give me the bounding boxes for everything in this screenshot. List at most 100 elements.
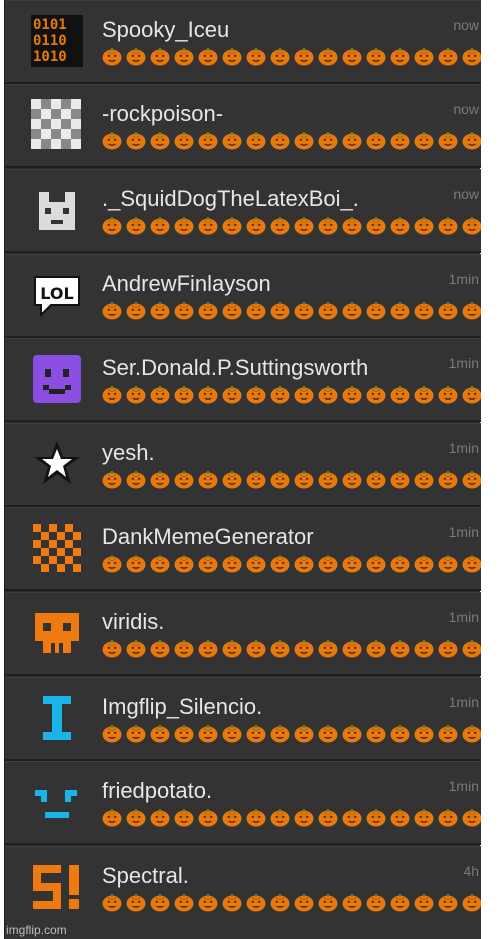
pumpkin-emoji-icon xyxy=(366,47,386,66)
message-list: 0101 0110 1010 Spooky_Iceu now -rockpois… xyxy=(4,0,481,939)
pumpkin-emoji-icon xyxy=(150,808,170,827)
user-name[interactable]: Imgflip_Silencio. xyxy=(102,694,262,720)
pumpkin-emoji-icon xyxy=(102,639,122,658)
pumpkin-emoji-icon xyxy=(294,216,314,235)
timestamp: now xyxy=(453,17,479,33)
user-name[interactable]: -rockpoison- xyxy=(102,101,223,127)
pumpkin-emoji-icon xyxy=(342,554,362,573)
pumpkin-emoji-icon xyxy=(342,385,362,404)
pumpkin-emoji-icon xyxy=(270,808,290,827)
pumpkin-emoji-icon xyxy=(102,808,122,827)
pumpkin-emoji-icon xyxy=(174,639,194,658)
pumpkin-emoji-icon xyxy=(102,554,122,573)
pumpkin-emoji-icon xyxy=(438,385,458,404)
pumpkin-emoji-icon xyxy=(246,131,266,150)
binary-code-icon: 0101 0110 1010 xyxy=(31,15,83,67)
timestamp: 1min xyxy=(448,271,479,287)
pumpkin-emoji-icon xyxy=(390,639,410,658)
pumpkin-emoji-icon xyxy=(294,808,314,827)
pumpkin-emoji-icon xyxy=(342,639,362,658)
pumpkin-emoji-icon xyxy=(414,131,434,150)
pumpkin-emoji-icon xyxy=(246,385,266,404)
message-row[interactable]: DankMemeGenerator 1min xyxy=(5,507,481,591)
pumpkin-emoji-icon xyxy=(246,639,266,658)
user-name[interactable]: friedpotato. xyxy=(102,778,212,804)
pumpkin-emoji-icon xyxy=(366,131,386,150)
pumpkin-emoji-icon xyxy=(462,724,481,743)
message-text xyxy=(102,893,481,913)
message-row[interactable]: yesh. 1min xyxy=(5,423,481,507)
pumpkin-emoji-icon xyxy=(222,554,242,573)
pumpkin-emoji-icon xyxy=(414,301,434,320)
svg-text:LOL: LOL xyxy=(40,284,73,303)
pumpkin-emoji-icon xyxy=(366,470,386,489)
pumpkin-emoji-icon xyxy=(366,385,386,404)
pumpkin-emoji-icon xyxy=(342,47,362,66)
pumpkin-emoji-icon xyxy=(438,808,458,827)
pumpkin-emoji-icon xyxy=(126,893,146,912)
message-row[interactable]: Spectral. 4h xyxy=(5,846,481,939)
message-row[interactable]: viridis. 1min xyxy=(5,592,481,676)
purple-smiley-icon xyxy=(31,353,83,405)
pumpkin-emoji-icon xyxy=(126,470,146,489)
message-row[interactable]: LOL AndrewFinlayson 1min xyxy=(5,254,481,338)
pumpkin-emoji-icon xyxy=(342,470,362,489)
pumpkin-emoji-icon xyxy=(462,554,481,573)
pumpkin-emoji-icon xyxy=(462,893,481,912)
pumpkin-emoji-icon xyxy=(318,131,338,150)
message-row[interactable]: Imgflip_Silencio. 1min xyxy=(5,677,481,761)
pumpkin-emoji-icon xyxy=(390,893,410,912)
pumpkin-emoji-icon xyxy=(414,639,434,658)
user-name[interactable]: yesh. xyxy=(102,440,155,466)
star-icon xyxy=(31,438,83,490)
message-row[interactable]: 0101 0110 1010 Spooky_Iceu now xyxy=(5,0,481,84)
pumpkin-emoji-icon xyxy=(462,301,481,320)
pumpkin-emoji-icon xyxy=(366,724,386,743)
pumpkin-emoji-icon xyxy=(342,131,362,150)
orange-skull-icon xyxy=(31,607,83,659)
pumpkin-emoji-icon xyxy=(198,724,218,743)
pumpkin-emoji-icon xyxy=(438,639,458,658)
message-row[interactable]: Ser.Donald.P.Suttingsworth 1min xyxy=(5,338,481,422)
message-text xyxy=(102,216,481,236)
svg-text:0101: 0101 xyxy=(33,17,67,33)
pumpkin-emoji-icon xyxy=(366,216,386,235)
pumpkin-emoji-icon xyxy=(222,893,242,912)
pumpkin-emoji-icon xyxy=(390,808,410,827)
pumpkin-emoji-icon xyxy=(270,385,290,404)
timestamp: 1min xyxy=(448,778,479,794)
message-row[interactable]: -rockpoison- now xyxy=(5,84,481,168)
pumpkin-emoji-icon xyxy=(198,808,218,827)
lol-speech-bubble-icon: LOL xyxy=(31,269,83,321)
pumpkin-emoji-icon xyxy=(366,893,386,912)
s-exclamation-icon xyxy=(31,861,83,913)
pumpkin-emoji-icon xyxy=(174,301,194,320)
pumpkin-emoji-icon xyxy=(438,470,458,489)
user-name[interactable]: Ser.Donald.P.Suttingsworth xyxy=(102,355,368,381)
pumpkin-emoji-icon xyxy=(438,131,458,150)
user-name[interactable]: Spooky_Iceu xyxy=(102,17,229,43)
pumpkin-emoji-icon xyxy=(414,470,434,489)
message-text xyxy=(102,47,481,67)
message-row[interactable]: friedpotato. 1min xyxy=(5,761,481,845)
pumpkin-emoji-icon xyxy=(294,131,314,150)
user-name[interactable]: DankMemeGenerator xyxy=(102,524,314,550)
pumpkin-emoji-icon xyxy=(150,893,170,912)
pumpkin-emoji-icon xyxy=(102,216,122,235)
pumpkin-emoji-icon xyxy=(174,808,194,827)
pumpkin-emoji-icon xyxy=(126,216,146,235)
pumpkin-emoji-icon xyxy=(270,554,290,573)
pumpkin-emoji-icon xyxy=(222,131,242,150)
message-row[interactable]: ._SquidDogTheLatexBoi_. now xyxy=(5,169,481,253)
user-name[interactable]: Spectral. xyxy=(102,863,189,889)
user-name[interactable]: AndrewFinlayson xyxy=(102,271,271,297)
pumpkin-emoji-icon xyxy=(246,301,266,320)
pumpkin-emoji-icon xyxy=(294,301,314,320)
user-name[interactable]: ._SquidDogTheLatexBoi_. xyxy=(102,186,359,212)
pumpkin-emoji-icon xyxy=(102,385,122,404)
pumpkin-emoji-icon xyxy=(366,808,386,827)
user-name[interactable]: viridis. xyxy=(102,609,164,635)
pumpkin-emoji-icon xyxy=(126,639,146,658)
pumpkin-emoji-icon xyxy=(222,385,242,404)
pumpkin-emoji-icon xyxy=(150,385,170,404)
